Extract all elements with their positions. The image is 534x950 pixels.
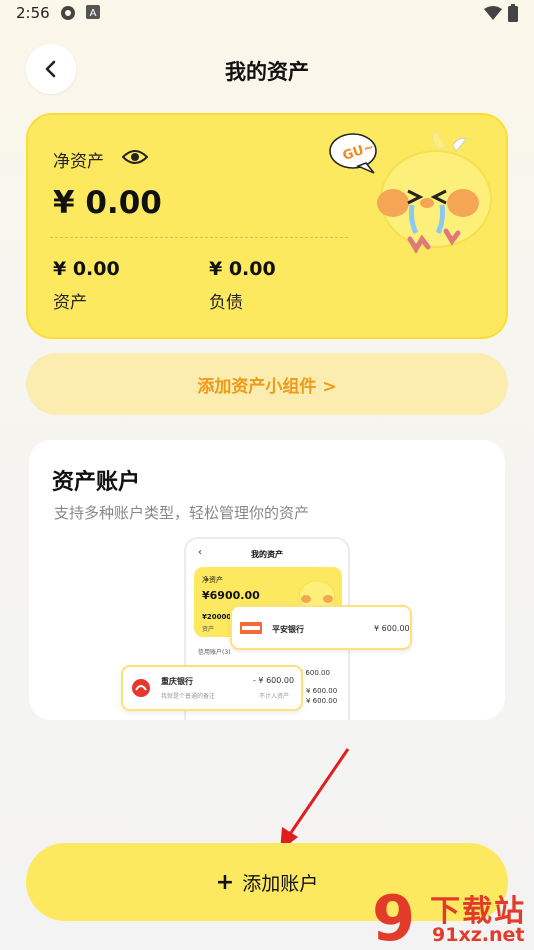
preview-net-value: ¥6900.00 bbox=[202, 589, 260, 602]
plus-icon: + bbox=[215, 869, 235, 895]
chongqing-bank-logo-icon bbox=[132, 679, 150, 697]
assets-label: 资产 bbox=[53, 293, 87, 313]
pingan-bank-name: 平安银行 bbox=[272, 625, 304, 634]
liabilities-label: 负债 bbox=[209, 293, 243, 313]
preview-sub-value: ¥20000 bbox=[202, 613, 232, 621]
wifi-icon bbox=[484, 6, 502, 20]
page-title: 我的资产 bbox=[225, 60, 309, 84]
watermark-logo-icon: 9 bbox=[372, 884, 415, 948]
pingan-bank-amount: ¥ 600.00 bbox=[374, 624, 410, 633]
battery-icon bbox=[508, 4, 518, 22]
status-bar: 2:56 A bbox=[0, 0, 534, 28]
preview-title: 我的资产 bbox=[251, 550, 283, 559]
a-badge-icon: A bbox=[86, 5, 100, 19]
net-asset-card: 净资产 ¥ 0.00 ¥ 0.00 资产 ¥ 0.00 负债 GU~ bbox=[26, 113, 508, 339]
preview-sub-label: 资产 bbox=[202, 626, 215, 633]
chongqing-bank-note-right: 不计入资产 bbox=[259, 693, 290, 700]
preview-amount-3: ¥ 600.00 bbox=[306, 697, 338, 705]
watermark-url: 91xz.net bbox=[432, 924, 525, 946]
asset-account-card: 资产账户 支持多种账户类型，轻松管理你的资产 ‹ 我的资产 净资产 ¥6900.… bbox=[29, 440, 505, 720]
chongqing-bank-name: 重庆银行 bbox=[161, 677, 193, 686]
liabilities-value: ¥ 0.00 bbox=[209, 258, 276, 280]
preview-bank-card-chongqing: 重庆银行 我就是个普通的备注 - ¥ 600.00 不计入资产 bbox=[121, 665, 303, 711]
preview-net-label: 净资产 bbox=[202, 576, 223, 584]
location-icon bbox=[61, 6, 75, 20]
site-watermark: 9 下载站 91xz.net bbox=[368, 884, 534, 948]
eye-icon[interactable] bbox=[122, 147, 148, 167]
add-account-label: 添加账户 bbox=[242, 872, 319, 895]
asset-account-description: 支持多种账户类型，轻松管理你的资产 bbox=[54, 504, 310, 522]
add-widget-button[interactable]: 添加资产小组件 > bbox=[26, 353, 508, 415]
pingan-bank-logo-icon bbox=[240, 622, 262, 634]
chongqing-bank-amount: - ¥ 600.00 bbox=[253, 676, 295, 685]
chick-mascot-illustration: GU~ bbox=[329, 130, 492, 254]
svg-text:A: A bbox=[90, 8, 97, 19]
chongqing-bank-note: 我就是个普通的备注 bbox=[161, 693, 216, 700]
preview-credit-label: 信用账户(3) bbox=[198, 649, 231, 656]
assets-value: ¥ 0.00 bbox=[53, 258, 120, 280]
red-arrow-annotation bbox=[280, 748, 350, 851]
net-asset-value: ¥ 0.00 bbox=[53, 185, 162, 221]
preview-amount-2: ¥ 600.00 bbox=[306, 687, 338, 695]
status-time: 2:56 bbox=[16, 4, 50, 22]
watermark-logo-text: 9 bbox=[372, 884, 415, 948]
asset-account-title: 资产账户 bbox=[52, 470, 141, 495]
divider bbox=[50, 237, 348, 238]
net-asset-label: 净资产 bbox=[53, 152, 104, 172]
preview-bank-card-pingan: 平安银行 ¥ 600.00 bbox=[230, 605, 412, 650]
